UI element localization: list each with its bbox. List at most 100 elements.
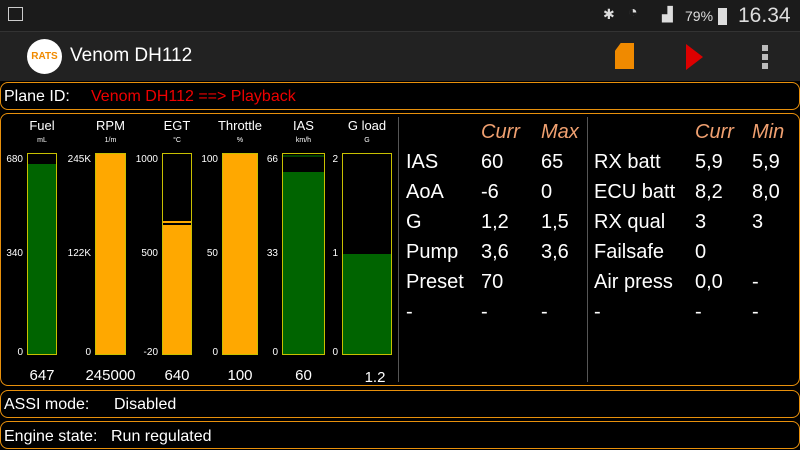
plane-id-panel: Plane ID: Venom DH112 ==> Playback <box>0 82 800 110</box>
gauge-scale-label: 122K <box>67 248 91 259</box>
table-label: IAS <box>406 151 439 173</box>
gauge-value: 647 <box>29 367 55 384</box>
table-value: - <box>752 301 759 323</box>
engine-value: Run regulated <box>111 428 212 445</box>
gauge-peak-marker <box>163 220 191 223</box>
gauge-scale-label: 680 <box>6 154 23 165</box>
table-label: Pump <box>406 241 459 263</box>
gauge-title: Throttle <box>217 118 263 133</box>
table-value: - <box>695 301 702 323</box>
gauge-bar <box>27 153 57 355</box>
gauge-fill <box>28 163 56 354</box>
table-value: 1,2 <box>481 211 509 233</box>
table-label: Air press <box>594 271 673 293</box>
gauge-bar <box>342 153 392 355</box>
table-value: 70 <box>481 271 504 293</box>
table-label: AoA <box>406 181 444 203</box>
clock: 16.34 <box>738 4 791 27</box>
gauge-bar <box>162 153 192 355</box>
gauge-title: RPM <box>96 118 125 133</box>
gauge-scale-label: 0 <box>17 347 23 358</box>
table-value: 3 <box>752 211 764 233</box>
gauge-fill <box>163 224 191 354</box>
table-label: RX batt <box>594 151 661 173</box>
sd-card-icon[interactable] <box>615 43 634 69</box>
gauge-unit: % <box>236 137 244 144</box>
wifi-icon: ◔ <box>628 4 638 21</box>
column-header: Curr <box>481 121 520 143</box>
table-label: RX qual <box>594 211 666 233</box>
assi-panel: ASSI mode: Disabled <box>0 390 800 418</box>
overflow-menu-icon[interactable] <box>762 45 768 69</box>
table-value: 8,2 <box>695 181 723 203</box>
divider <box>398 117 399 382</box>
gauge-scale-label: 0 <box>212 347 218 358</box>
table-value: 3 <box>695 211 707 233</box>
table-label: Preset <box>406 271 464 293</box>
gallery-icon <box>8 7 23 21</box>
gauge-scale-label: 340 <box>6 248 23 259</box>
assi-value: Disabled <box>114 396 177 413</box>
table-label: Failsafe <box>594 241 665 263</box>
plane-id-label: Plane ID: <box>4 88 70 105</box>
app-bar: RATS Venom DH112 <box>0 32 800 81</box>
table-label: G <box>406 211 422 233</box>
gauge-scale-label: -20 <box>143 347 158 358</box>
table-value: - <box>752 271 759 293</box>
gauge-peak-marker <box>28 153 56 154</box>
gauge-value: 245000 <box>85 367 136 384</box>
signal-icon: ▟ <box>662 6 673 22</box>
app-logo[interactable]: RATS <box>27 39 62 74</box>
battery-percent: 79% <box>685 8 714 24</box>
divider <box>587 117 588 382</box>
table-value: 1,5 <box>541 211 569 233</box>
table-value: 0,0 <box>695 271 723 293</box>
gauge-title: G load <box>347 118 387 133</box>
assi-label: ASSI mode: <box>4 396 90 413</box>
gauge-unit: km/h <box>295 137 312 144</box>
table-value: 0 <box>541 181 553 203</box>
gauge-unit: G <box>364 137 370 144</box>
app-title: Venom DH112 <box>70 45 193 66</box>
column-header: Min <box>752 121 785 143</box>
table-label: ECU batt <box>594 181 676 203</box>
gauge-value: 100 <box>227 367 253 384</box>
gauge-bar <box>95 153 126 355</box>
play-icon[interactable] <box>686 44 703 70</box>
gauge-unit: mL <box>37 137 47 144</box>
gauge-scale-label: 2 <box>332 154 338 165</box>
battery-icon <box>718 8 727 25</box>
gauge-fill <box>283 172 324 354</box>
gauge-unit: °C <box>173 137 181 144</box>
gauge-scale-label: 245K <box>67 154 91 165</box>
table-value: 5,9 <box>752 151 780 173</box>
table-value: - <box>481 301 488 323</box>
table-value: 60 <box>481 151 504 173</box>
gauge-title: IAS <box>293 118 314 133</box>
gauge-unit: 1/m <box>104 137 117 144</box>
gauge-title: Fuel <box>29 118 55 133</box>
table-label: - <box>406 301 413 323</box>
gauge-scale-label: 1 <box>332 248 338 259</box>
table-value: 3,6 <box>481 241 509 263</box>
gauge-scale-label: 0 <box>85 347 91 358</box>
gauge-value: 640 <box>164 367 190 384</box>
bluetooth-icon: ✱ <box>603 6 615 22</box>
table-value: 65 <box>541 151 564 173</box>
gauge-scale-label: 500 <box>141 248 158 259</box>
gauge-value: 60 <box>295 367 312 384</box>
table-value: 5,9 <box>695 151 723 173</box>
gauge-scale-label: 100 <box>201 154 218 165</box>
status-bar: ✱ ◔ ▟ 79% 16.34 <box>0 0 800 32</box>
gauge-scale-label: 1000 <box>135 154 158 165</box>
table-value: 8,0 <box>752 181 780 203</box>
table-value: -6 <box>481 181 499 203</box>
engine-panel: Engine state: Run regulated <box>0 421 800 449</box>
gauge-scale-label: 0 <box>332 347 338 358</box>
gauge-fill <box>96 154 125 354</box>
gauge-scale-label: 0 <box>272 347 278 358</box>
gauge-value: 1.2 <box>364 369 386 386</box>
table-value: - <box>541 301 548 323</box>
gauge-scale-label: 50 <box>206 248 218 259</box>
plane-id-value: Venom DH112 ==> Playback <box>91 88 296 105</box>
